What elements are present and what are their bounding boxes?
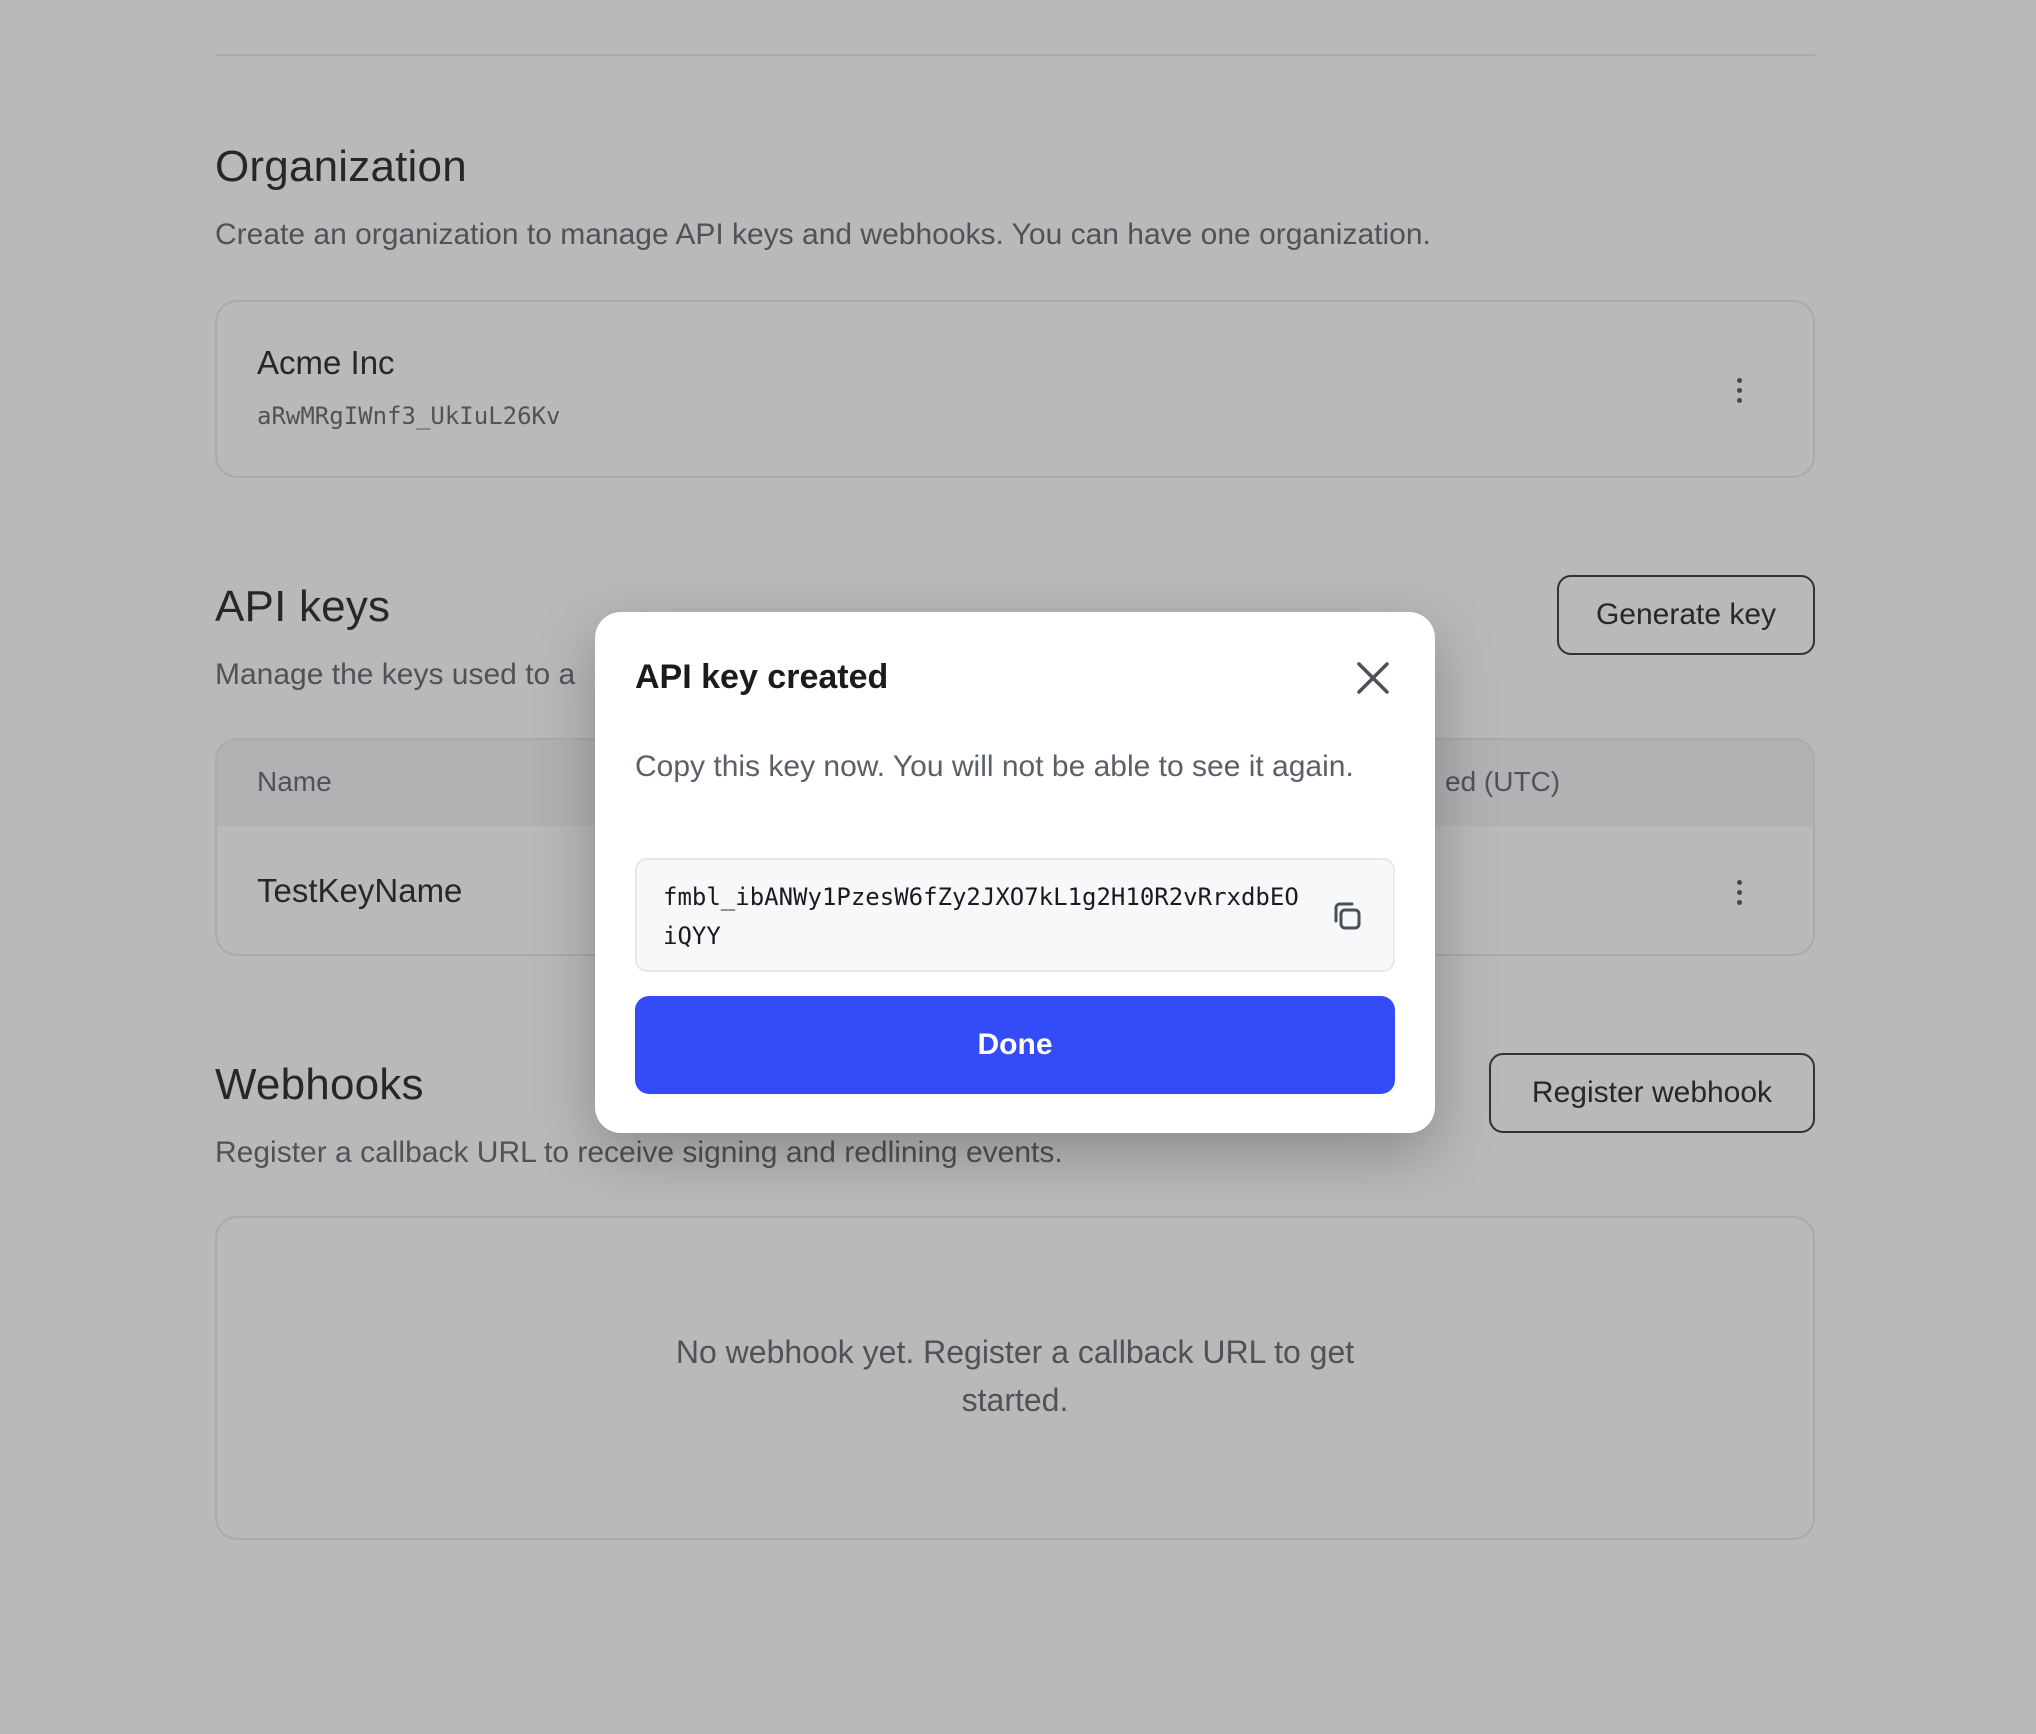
copy-icon[interactable] (1327, 896, 1367, 936)
dialog-description: Copy this key now. You will not be able … (635, 750, 1354, 783)
dialog-title: API key created (635, 658, 889, 696)
api-key-created-dialog: API key created Copy this key now. You w… (595, 612, 1435, 1133)
api-key-display: fmbl_ibANWy1PzesW6fZy2JXO7kL1g2H10R2vRrx… (635, 858, 1395, 972)
close-icon[interactable] (1351, 656, 1395, 700)
api-key-value[interactable]: fmbl_ibANWy1PzesW6fZy2JXO7kL1g2H10R2vRrx… (663, 878, 1303, 956)
done-button[interactable]: Done (635, 996, 1395, 1094)
settings-page: Organization Create an organization to m… (0, 0, 2036, 1734)
